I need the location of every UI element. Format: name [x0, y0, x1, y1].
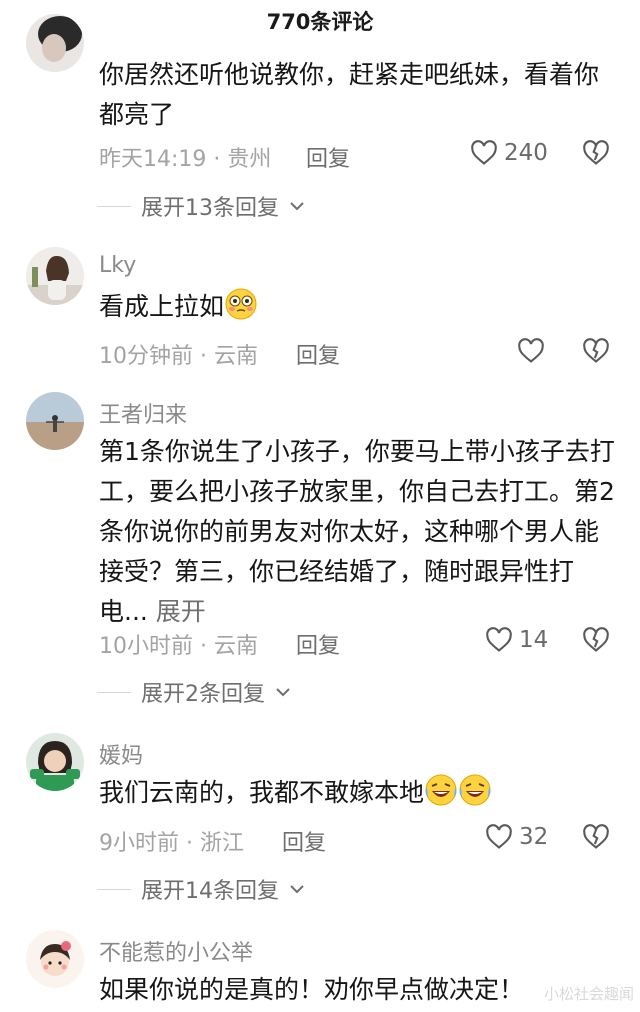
reply-button[interactable]: 回复	[296, 338, 340, 370]
comment-time-location: 10分钟前 · 云南	[99, 344, 258, 369]
comment-text-content: 看成上拉如	[99, 292, 225, 321]
comment-text: 看成上拉如	[99, 287, 619, 327]
username[interactable]: 媛妈	[99, 738, 143, 770]
comment-time-location: 10小时前 · 云南	[99, 634, 258, 659]
chevron-down-icon	[290, 202, 304, 211]
expand-text-button[interactable]: 展开	[156, 597, 206, 626]
like-button[interactable]: 14	[485, 627, 548, 653]
comment-text: 如果你说的是真的！劝你早点做决定！	[99, 975, 525, 1004]
like-button[interactable]: 240	[470, 140, 548, 166]
comment-text: 我们云南的，我都不敢嫁本地	[99, 773, 619, 813]
reply-button[interactable]: 回复	[306, 141, 350, 173]
reply-button[interactable]: 回复	[282, 825, 326, 857]
watermark: 小松社会趣闻	[543, 985, 634, 1003]
expand-replies-button[interactable]: 展开13条回复	[97, 190, 305, 222]
comment-text: 第1条你说生了小孩子，你要马上带小孩子去打工，要么把小孩子放家里，你自己去打工。…	[99, 432, 619, 632]
avatar[interactable]	[26, 14, 84, 72]
broken-heart-icon	[583, 338, 609, 363]
dislike-button[interactable]	[582, 338, 610, 368]
divider-line	[97, 888, 131, 890]
avatar[interactable]	[26, 930, 84, 988]
comments-count-title: 770条评论	[266, 10, 374, 34]
laughing-crying-emoji	[425, 774, 457, 806]
username[interactable]: 不能惹的小公举	[99, 935, 253, 967]
heart-outline-icon	[486, 627, 512, 652]
expand-replies-label: 展开14条回复	[141, 879, 279, 904]
username[interactable]: 王者归来	[99, 397, 187, 429]
laughing-crying-emoji	[459, 774, 491, 806]
like-button[interactable]	[517, 338, 545, 364]
avatar[interactable]	[26, 247, 84, 305]
comment-time-location: 9小时前 · 浙江	[99, 831, 244, 856]
expand-replies-button[interactable]: 展开14条回复	[97, 873, 305, 905]
like-count: 14	[519, 627, 549, 653]
expand-replies-label: 展开13条回复	[141, 196, 279, 221]
expand-replies-button[interactable]: 展开2条回复	[97, 676, 291, 708]
heart-outline-icon	[486, 824, 512, 849]
chevron-down-icon	[290, 885, 304, 894]
like-count: 240	[504, 140, 548, 166]
dislike-button[interactable]	[582, 627, 610, 657]
like-button[interactable]: 32	[485, 824, 548, 850]
avatar[interactable]	[26, 392, 84, 450]
broken-heart-icon	[583, 140, 609, 165]
heart-outline-icon	[518, 338, 544, 363]
broken-heart-icon	[583, 627, 609, 652]
broken-heart-icon	[583, 824, 609, 849]
expand-replies-label: 展开2条回复	[141, 682, 265, 707]
comment-text: 你居然还听他说教你，赶紧走吧纸妹，看着你都亮了	[99, 60, 600, 129]
comment-text-content: 我们云南的，我都不敢嫁本地	[99, 778, 425, 807]
like-count: 32	[519, 824, 549, 850]
reply-button[interactable]: 回复	[296, 628, 340, 660]
heart-outline-icon	[471, 140, 497, 165]
dislike-button[interactable]	[582, 824, 610, 854]
divider-line	[97, 691, 131, 693]
flushed-emoji	[225, 288, 257, 320]
avatar[interactable]	[26, 733, 84, 791]
divider-line	[97, 205, 131, 207]
chevron-down-icon	[276, 688, 290, 697]
username[interactable]: Lky	[99, 253, 136, 278]
dislike-button[interactable]	[582, 140, 610, 170]
comment-time-location: 昨天14:19 · 贵州	[99, 147, 272, 172]
